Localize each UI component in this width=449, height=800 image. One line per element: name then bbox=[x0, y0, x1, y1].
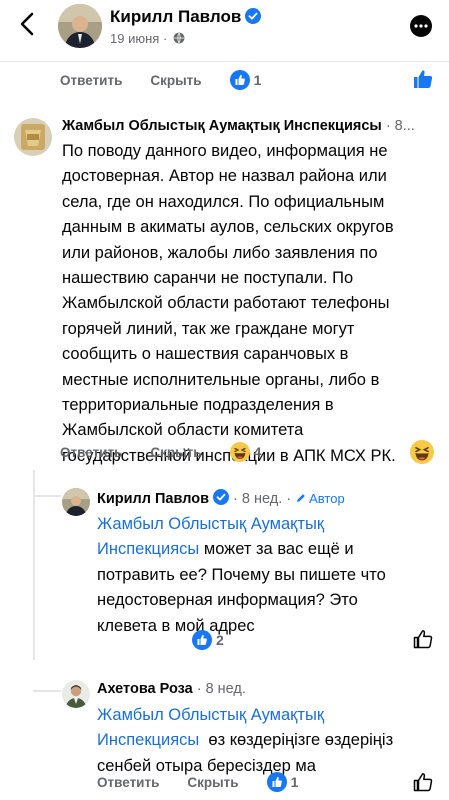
haha-icon bbox=[229, 442, 250, 462]
haha-icon[interactable] bbox=[410, 440, 434, 464]
author-name[interactable]: Ахетова Роза bbox=[97, 681, 193, 697]
like-count: 1 bbox=[253, 72, 262, 88]
reaction-summary[interactable]: 2 bbox=[192, 630, 224, 650]
comment-line: территориальные подразделения в bbox=[62, 396, 334, 415]
author-name[interactable]: Жамбыл Облыстық Аумақтық Инспекциясы bbox=[62, 118, 382, 134]
mention-link[interactable]: Жамбыл Облыстық Аумақтық bbox=[97, 703, 442, 728]
reply-button[interactable]: Ответить bbox=[97, 775, 159, 790]
like-icon[interactable] bbox=[412, 68, 434, 90]
pencil-icon bbox=[297, 494, 305, 502]
page-title[interactable]: Кирилл Павлов bbox=[110, 7, 262, 27]
author-badge-label: Автор bbox=[309, 491, 345, 506]
comment-body: По поводу данного видео, информация не д… bbox=[62, 139, 442, 469]
thread-line bbox=[33, 495, 61, 497]
comment-author[interactable]: Ахетова Роза · 8 нед. bbox=[97, 681, 246, 697]
comment-line: клевета в мой адрес bbox=[97, 616, 255, 635]
comment-line: горячей линий, так же граждане могут bbox=[62, 319, 355, 338]
mention-link[interactable]: Жамбыл Облыстық Аумақтық bbox=[97, 512, 442, 537]
reaction-count: 4 bbox=[253, 444, 262, 460]
comment-line: сообщить о нашествия саранчовых в bbox=[62, 345, 349, 364]
like-icon bbox=[266, 772, 287, 792]
comment-line: или районов, жалобы либо заявления по bbox=[62, 243, 378, 262]
verified-badge-icon bbox=[213, 489, 229, 505]
mention-link[interactable]: Инспекциясы bbox=[97, 540, 199, 558]
verified-badge-icon bbox=[245, 8, 262, 24]
comment-actions: Ответить Скрыть 4 bbox=[60, 440, 261, 464]
comment-line: местные исполнительные органы, либо в bbox=[62, 370, 380, 389]
like-icon bbox=[192, 630, 212, 650]
author-badge: Автор bbox=[295, 491, 345, 506]
back-arrow-icon[interactable] bbox=[14, 10, 42, 38]
post-date: 19 июня · bbox=[110, 31, 185, 46]
reaction-summary[interactable]: 4 bbox=[229, 442, 262, 462]
comment-meta: · 8... bbox=[381, 118, 415, 134]
date-text: 19 июня bbox=[110, 31, 160, 46]
hide-button[interactable]: Скрыть bbox=[187, 775, 238, 790]
comment-body: Жамбыл Облыстық Аумақтық Инспекциясы өз … bbox=[97, 703, 442, 779]
avatar[interactable] bbox=[58, 4, 102, 48]
like-icon bbox=[229, 70, 250, 90]
comment-line: Жамбылской области работают телефоны bbox=[62, 294, 390, 313]
comment-actions: Ответить Скрыть 1 bbox=[60, 68, 261, 92]
like-count: 1 bbox=[290, 774, 299, 790]
comment-author[interactable]: Жамбыл Облыстық Аумақтық Инспекциясы · 8… bbox=[62, 118, 415, 134]
comment-line: нашествию саранчи не поступали. По bbox=[62, 269, 354, 288]
author-name[interactable]: Кирилл Павлов bbox=[110, 7, 241, 26]
comment-actions: Ответить Скрыть 1 bbox=[97, 770, 298, 794]
reaction-summary[interactable]: 1 bbox=[229, 70, 262, 90]
hide-button[interactable]: Скрыть bbox=[150, 73, 201, 88]
thread-line bbox=[33, 690, 61, 692]
avatar[interactable] bbox=[62, 680, 90, 708]
reply-button[interactable]: Ответить bbox=[60, 73, 122, 88]
thumb-outline-icon[interactable] bbox=[412, 771, 434, 793]
comment-line: недостоверная информация? Это bbox=[97, 591, 358, 610]
mention-link[interactable]: Инспекциясы bbox=[97, 731, 199, 749]
comment-line: села, где он находился. По официальным bbox=[62, 192, 385, 211]
comment-meta: · 8 нед. bbox=[192, 681, 246, 697]
comment-line: достоверная. Автор не назвал района или bbox=[62, 167, 387, 186]
like-count: 2 bbox=[216, 632, 224, 648]
comment-actions: 2 bbox=[192, 628, 224, 652]
reaction-summary[interactable]: 1 bbox=[266, 772, 299, 792]
comment-line: По поводу данного видео, информация не bbox=[62, 142, 388, 160]
thread-line bbox=[33, 470, 35, 660]
avatar[interactable] bbox=[14, 118, 52, 156]
more-icon[interactable] bbox=[409, 14, 433, 38]
comment-line: данным в акиматы аулов, сельских округов bbox=[62, 218, 394, 237]
comment-body: Жамбыл Облыстық Аумақтық Инспекциясы мож… bbox=[97, 512, 442, 639]
hide-button[interactable]: Скрыть bbox=[150, 445, 201, 460]
comment-line: өз көздеріңізге өздеріңіз bbox=[199, 731, 394, 750]
reply-button[interactable]: Ответить bbox=[60, 445, 122, 460]
post-header: Кирилл Павлов 19 июня · bbox=[0, 0, 449, 62]
avatar[interactable] bbox=[62, 488, 90, 516]
comment-meta: · 8 нед. · bbox=[229, 491, 296, 507]
comment-author[interactable]: Кирилл Павлов · 8 нед. · Автор bbox=[97, 489, 345, 507]
separator-dot: · bbox=[162, 31, 168, 46]
globe-icon bbox=[173, 32, 185, 44]
comment-line: может за вас ещё и bbox=[199, 540, 354, 559]
comment-line: потравить ее? Почему вы пишете что bbox=[97, 565, 386, 584]
thumb-outline-icon[interactable] bbox=[412, 628, 434, 650]
author-name[interactable]: Кирилл Павлов bbox=[97, 491, 209, 507]
